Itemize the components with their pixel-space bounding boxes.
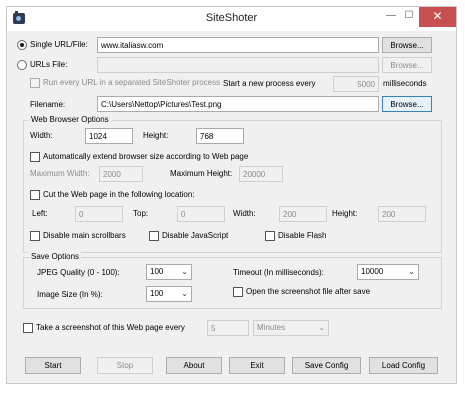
- auto-extend-label: Automatically extend browser size accord…: [43, 152, 249, 161]
- cut-left-input[interactable]: [75, 206, 123, 222]
- open-after-save-checkbox[interactable]: [233, 287, 243, 297]
- disable-flash-checkbox[interactable]: [265, 231, 275, 241]
- disable-scrollbars-label: Disable main scrollbars: [43, 231, 126, 240]
- height-label: Height:: [143, 131, 169, 140]
- disable-javascript-label: Disable JavaScript: [162, 231, 229, 240]
- stop-button[interactable]: Stop: [97, 357, 153, 374]
- open-after-save-label: Open the screenshot file after save: [246, 287, 371, 296]
- single-url-browse-button[interactable]: Browse...: [382, 37, 432, 53]
- load-config-button[interactable]: Load Config: [369, 357, 438, 374]
- chevron-down-icon: ⌄: [181, 267, 188, 276]
- jpeg-quality-select[interactable]: 100 ⌄: [146, 264, 192, 280]
- filename-label: Filename:: [30, 100, 66, 109]
- new-process-interval-input[interactable]: [333, 76, 379, 92]
- chevron-down-icon: ⌄: [181, 289, 188, 298]
- urls-file-label: URLs File:: [30, 60, 68, 69]
- periodic-unit-value: Minutes: [257, 323, 286, 332]
- max-width-label: Maximum Width:: [30, 169, 90, 178]
- cut-width-input[interactable]: [279, 206, 327, 222]
- filename-input[interactable]: [97, 96, 379, 112]
- title-bar: SiteShoter — ☐ ✕: [7, 7, 456, 31]
- image-size-value: 100: [150, 289, 164, 298]
- new-process-label: Start a new process every: [223, 79, 316, 88]
- maximize-button[interactable]: ☐: [400, 7, 418, 27]
- periodic-screenshot-checkbox[interactable]: [23, 323, 33, 333]
- jpeg-quality-label: JPEG Quality (0 - 100):: [37, 268, 120, 277]
- periodic-interval-input[interactable]: [207, 320, 249, 336]
- milliseconds-label: milliseconds: [383, 79, 427, 88]
- about-button[interactable]: About: [166, 357, 222, 374]
- cut-webpage-checkbox[interactable]: [30, 190, 40, 200]
- auto-extend-checkbox[interactable]: [30, 152, 40, 162]
- siteshoter-window: SiteShoter — ☐ ✕ Single URL/File: Browse…: [6, 6, 457, 384]
- image-size-select[interactable]: 100 ⌄: [146, 286, 192, 302]
- max-height-label: Maximum Height:: [170, 169, 233, 178]
- width-label: Width:: [30, 131, 53, 140]
- image-size-label: Image Size (In %):: [37, 290, 103, 299]
- exit-button[interactable]: Exit: [229, 357, 285, 374]
- separate-process-label: Run every URL in a separated SiteShoter …: [43, 78, 221, 87]
- timeout-value: 10000: [361, 267, 384, 276]
- close-button[interactable]: ✕: [419, 7, 456, 27]
- save-options-label: Save Options: [29, 252, 82, 262]
- cut-height-input[interactable]: [378, 206, 426, 222]
- cut-height-label: Height:: [332, 209, 358, 218]
- periodic-unit-select[interactable]: Minutes ⌄: [253, 320, 329, 336]
- disable-flash-label: Disable Flash: [278, 231, 327, 240]
- timeout-label: Timeout (In milliseconds):: [233, 268, 324, 277]
- timeout-select[interactable]: 10000 ⌄: [357, 264, 419, 280]
- height-input[interactable]: [196, 128, 244, 144]
- cut-top-input[interactable]: [177, 206, 225, 222]
- save-config-button[interactable]: Save Config: [292, 357, 361, 374]
- chevron-down-icon: ⌄: [408, 267, 415, 276]
- single-url-radio[interactable]: [17, 40, 27, 50]
- jpeg-quality-value: 100: [150, 267, 164, 276]
- cut-width-label: Width:: [233, 209, 256, 218]
- urls-file-browse-button[interactable]: Browse...: [382, 57, 432, 73]
- cut-left-label: Left:: [32, 209, 48, 218]
- start-button[interactable]: Start: [25, 357, 81, 374]
- disable-scrollbars-checkbox[interactable]: [30, 231, 40, 241]
- separate-process-checkbox[interactable]: [30, 78, 40, 88]
- cut-top-label: Top:: [133, 209, 149, 218]
- urls-file-radio[interactable]: [17, 60, 27, 70]
- web-browser-options-label: Web Browser Options: [29, 115, 111, 125]
- single-url-input[interactable]: [97, 37, 379, 53]
- chevron-down-icon: ⌄: [318, 323, 325, 332]
- minimize-button[interactable]: —: [382, 7, 400, 27]
- periodic-screenshot-label: Take a screenshot of this Web page every: [36, 323, 185, 332]
- filename-browse-button[interactable]: Browse...: [382, 96, 432, 112]
- single-url-label: Single URL/File:: [30, 40, 88, 49]
- cut-webpage-label: Cut the Web page in the following locati…: [43, 190, 195, 199]
- max-width-input[interactable]: [99, 166, 143, 182]
- urls-file-input[interactable]: [97, 57, 379, 73]
- width-input[interactable]: [85, 128, 133, 144]
- max-height-input[interactable]: [239, 166, 283, 182]
- radio-selected-dot: [20, 43, 24, 47]
- disable-javascript-checkbox[interactable]: [149, 231, 159, 241]
